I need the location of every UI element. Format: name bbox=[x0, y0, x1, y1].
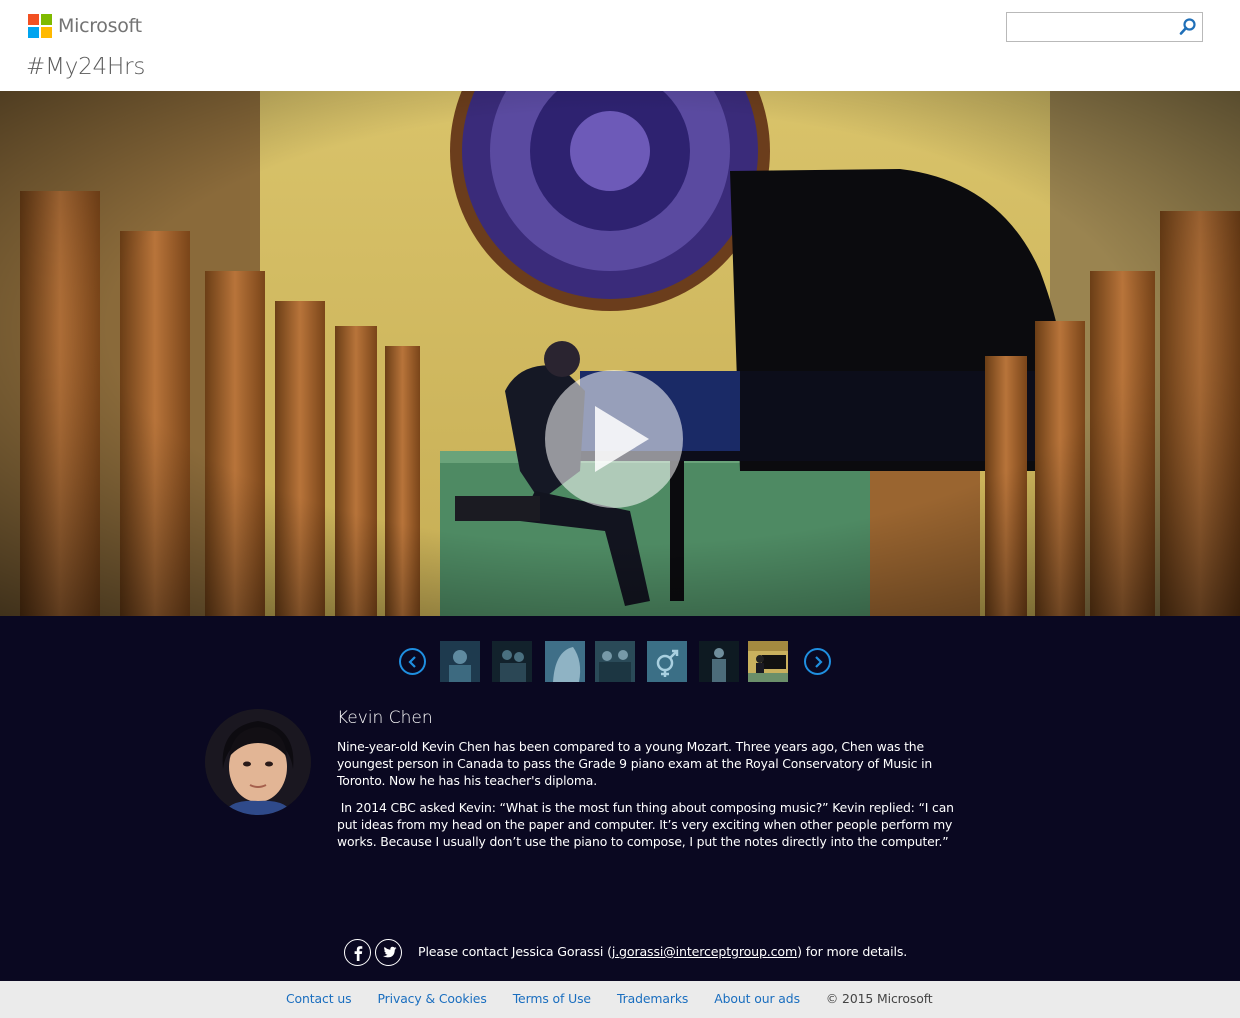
social-links bbox=[344, 939, 402, 966]
play-icon bbox=[595, 406, 649, 472]
footer-links: Contact us Privacy & Cookies Terms of Us… bbox=[286, 991, 933, 1006]
site-header: Microsoft #My24Hrs bbox=[0, 0, 1240, 91]
microsoft-logo-icon bbox=[28, 14, 52, 38]
profile-name: Kevin Chen bbox=[337, 708, 433, 728]
footer-link-about-our-ads[interactable]: About our ads bbox=[714, 991, 800, 1006]
footer-link-terms-of-use[interactable]: Terms of Use bbox=[513, 991, 591, 1006]
site-footer: Contact us Privacy & Cookies Terms of Us… bbox=[0, 981, 1240, 1018]
facebook-button[interactable] bbox=[344, 939, 371, 966]
search-icon[interactable] bbox=[1178, 17, 1198, 37]
twitter-button[interactable] bbox=[375, 939, 402, 966]
brand-name: Microsoft bbox=[58, 15, 142, 37]
carousel-thumb-3[interactable] bbox=[545, 641, 585, 682]
contact-line: Please contact Jessica Gorassi (j.gorass… bbox=[418, 944, 907, 959]
video-frame bbox=[0, 91, 1240, 616]
microsoft-logo[interactable]: Microsoft bbox=[28, 14, 142, 38]
carousel-thumb-1[interactable] bbox=[440, 641, 480, 682]
carousel-thumb-5[interactable] bbox=[647, 641, 687, 682]
carousel-next-button[interactable] bbox=[804, 648, 831, 675]
footer-link-contact-us[interactable]: Contact us bbox=[286, 991, 352, 1006]
contact-email-link[interactable]: j.gorassi@interceptgroup.com bbox=[612, 944, 797, 959]
carousel-thumb-4[interactable] bbox=[595, 641, 635, 682]
profile-section: Kevin Chen Nine-year-old Kevin Chen has … bbox=[0, 616, 1240, 981]
carousel-prev-button[interactable] bbox=[399, 648, 426, 675]
carousel-thumb-6[interactable] bbox=[699, 641, 739, 682]
page-title: #My24Hrs bbox=[26, 54, 146, 80]
twitter-icon bbox=[382, 946, 396, 957]
chevron-left-icon bbox=[407, 655, 416, 668]
footer-link-privacy-cookies[interactable]: Privacy & Cookies bbox=[377, 991, 486, 1006]
avatar bbox=[205, 709, 311, 815]
contact-prefix: Please contact Jessica Gorassi ( bbox=[418, 944, 612, 959]
gender-symbol-icon bbox=[647, 641, 687, 682]
footer-link-trademarks[interactable]: Trademarks bbox=[617, 991, 688, 1006]
search-box bbox=[1006, 12, 1203, 42]
search-input[interactable] bbox=[1007, 13, 1177, 41]
play-button[interactable] bbox=[545, 370, 683, 508]
bio-paragraph-2: In 2014 CBC asked Kevin: “What is the mo… bbox=[337, 800, 954, 849]
bio-paragraph-1: Nine-year-old Kevin Chen has been compar… bbox=[337, 739, 933, 788]
profile-bio: Nine-year-old Kevin Chen has been compar… bbox=[337, 738, 972, 850]
chevron-right-icon bbox=[814, 655, 823, 668]
facebook-icon bbox=[354, 945, 362, 961]
copyright: © 2015 Microsoft bbox=[825, 991, 933, 1006]
video-carousel bbox=[399, 641, 831, 683]
carousel-thumb-7-selected[interactable] bbox=[748, 641, 788, 682]
carousel-thumb-2[interactable] bbox=[492, 641, 532, 682]
contact-suffix: ) for more details. bbox=[797, 944, 908, 959]
video-player[interactable] bbox=[0, 91, 1240, 616]
